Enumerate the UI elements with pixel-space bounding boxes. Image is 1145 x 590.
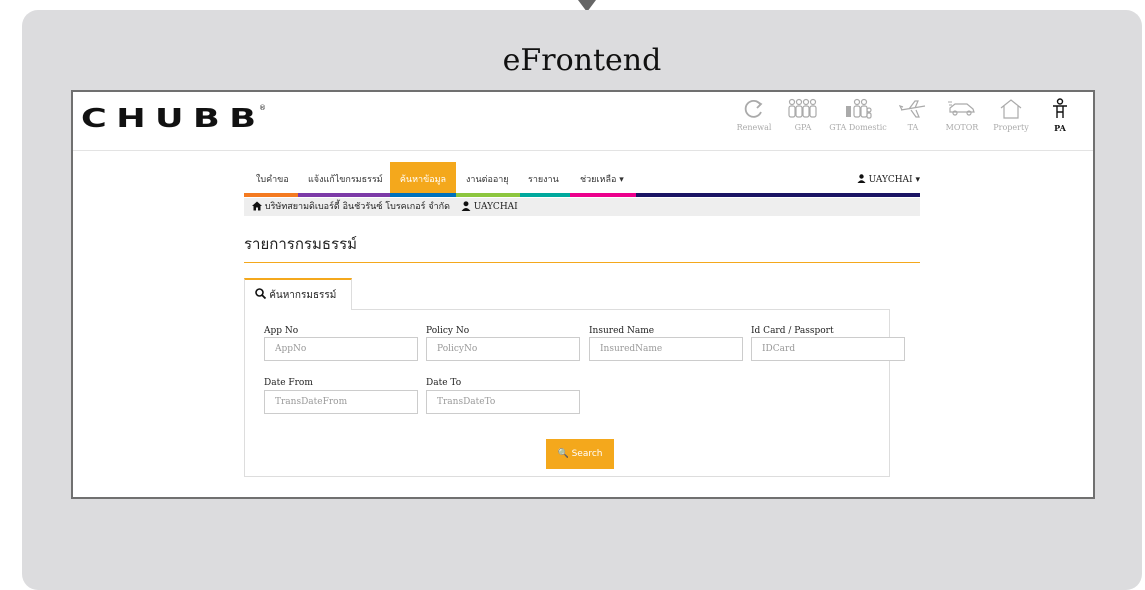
product-renewal[interactable]: Renewal [731, 98, 777, 133]
product-ta[interactable]: TA [890, 98, 936, 133]
product-label: GTA Domestic [829, 123, 887, 132]
product-label: MOTOR [945, 123, 979, 132]
nav-color-bar [570, 193, 636, 197]
car-icon [948, 101, 975, 116]
user-icon [461, 200, 471, 211]
family-icon [846, 98, 872, 119]
brand-logo[interactable]: CHUBB ® [81, 104, 266, 132]
window-title: eFrontend [502, 43, 662, 78]
product-label: PA [1054, 123, 1066, 133]
date-to-input[interactable] [426, 390, 580, 414]
insured-name-label: Insured Name [589, 326, 655, 336]
breadcrumb: บริษัทสยามดิเบอร์ดี้ อินชัวรันซ์ โบรคเกอ… [244, 198, 920, 216]
nav-color-bar [456, 193, 520, 197]
product-label: GPA [794, 123, 812, 132]
breadcrumb-company: บริษัทสยามดิเบอร์ดี้ อินชัวรันซ์ โบรคเกอ… [264, 202, 450, 212]
product-property[interactable]: Property [988, 98, 1034, 133]
nav-item-help[interactable]: ช่วยเหลือ ▾ [580, 162, 624, 192]
id-card-label: Id Card / Passport [751, 326, 834, 336]
tab-label: ค้นหากรมธรรม์ [269, 290, 337, 301]
search-icon [255, 288, 267, 300]
group-icon [788, 98, 817, 118]
brand-reg-mark: ® [259, 104, 266, 112]
nav-item-application[interactable]: ใบคำขอ [256, 162, 289, 192]
user-menu[interactable]: UAYCHAI ▾ [857, 162, 920, 198]
airplane-icon [899, 100, 926, 118]
nav-item-report[interactable]: รายงาน [528, 162, 559, 192]
nav-item-endorsement[interactable]: แจ้งแก้ไขกรมธรรม์ [308, 162, 383, 192]
brand-name: CHUBB [81, 104, 266, 134]
product-label: Renewal [736, 123, 772, 132]
product-bar: Renewal GPA GTA Domestic TA MOTOR Proper… [728, 98, 1083, 133]
app-no-input[interactable] [264, 337, 418, 361]
product-label: Property [993, 123, 1029, 132]
page-title: รายการกรมธรรม์ [244, 232, 920, 263]
date-from-label: Date From [264, 378, 313, 388]
search-button[interactable]: 🔍 Search [546, 439, 614, 469]
policy-no-input[interactable] [426, 337, 580, 361]
date-from-input[interactable] [264, 390, 418, 414]
app-no-label: App No [264, 326, 299, 336]
product-motor[interactable]: MOTOR [939, 98, 985, 133]
nav-item-renewal[interactable]: งานต่ออายุ [466, 162, 509, 192]
breadcrumb-user: UAYCHAI [473, 202, 518, 212]
nav-color-bar [390, 193, 456, 197]
person-icon [1053, 98, 1067, 118]
user-icon [857, 174, 866, 183]
main-nav: ใบคำขอ แจ้งแก้ไขกรมธรรม์ ค้นหาข้อมูล งาน… [244, 162, 920, 198]
product-label: TA [907, 123, 919, 132]
insured-name-input[interactable] [589, 337, 743, 361]
id-card-input[interactable] [751, 337, 905, 361]
product-gta-domestic[interactable]: GTA Domestic [829, 98, 887, 133]
product-pa[interactable]: PA [1037, 98, 1083, 133]
policy-no-label: Policy No [426, 326, 470, 336]
date-to-label: Date To [426, 378, 462, 388]
refresh-icon [744, 99, 763, 118]
header-divider [73, 150, 1093, 151]
nav-color-bar [244, 193, 298, 197]
product-gpa[interactable]: GPA [780, 98, 826, 133]
nav-color-bar [520, 193, 570, 197]
nav-color-bar [298, 193, 390, 197]
house-icon [1000, 99, 1022, 119]
nav-item-search[interactable]: ค้นหาข้อมูล [390, 162, 456, 193]
tab-search-policy[interactable]: ค้นหากรมธรรม์ [244, 278, 352, 310]
app-frame: CHUBB ® Renewal GPA GTA Domestic TA MOTO… [71, 90, 1095, 499]
home-icon[interactable] [252, 201, 262, 211]
user-menu-label: UAYCHAI ▾ [868, 175, 920, 185]
search-form: App No Policy No Insured Name Id Card / … [244, 309, 905, 477]
